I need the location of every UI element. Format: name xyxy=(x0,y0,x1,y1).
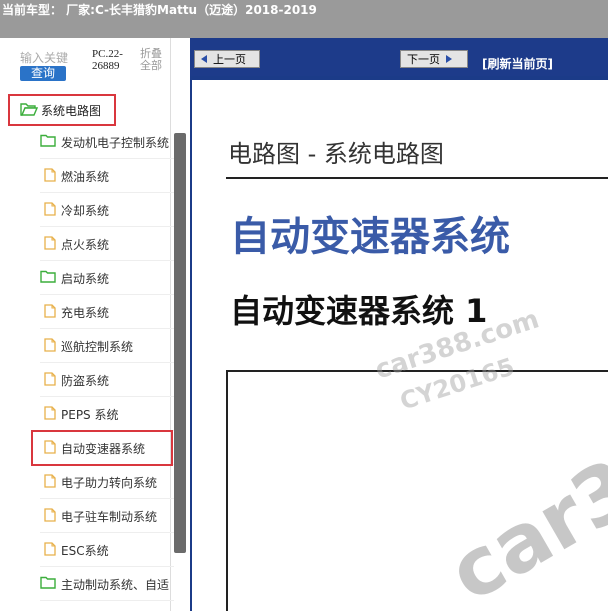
file-icon xyxy=(44,303,56,321)
left-tree-panel: 输入关键 查询 PC.22- 26889 折叠 全部 系统电路图 发动机电子控制… xyxy=(0,38,188,611)
file-icon xyxy=(44,201,56,219)
tree-root-label: 系统电路图 xyxy=(41,103,102,118)
prev-page-button[interactable]: 上一页 xyxy=(194,50,260,68)
tree-item-label: 启动系统 xyxy=(61,271,110,286)
pc-code-line1: PC.22- xyxy=(92,48,123,60)
collapse-all-button[interactable]: 折叠 全部 xyxy=(140,48,162,72)
query-button[interactable]: 查询 xyxy=(20,66,66,81)
tree-item[interactable]: ESC系统 xyxy=(40,534,174,567)
tree-item[interactable]: 点火系统 xyxy=(40,228,174,261)
document-content: 电路图 - 系统电路图 自动变速器系统 自动变速器系统 1 xyxy=(192,80,608,611)
folder-icon xyxy=(40,576,56,592)
arrow-right-icon xyxy=(446,55,452,63)
file-icon xyxy=(44,371,56,389)
tree-item-label: 主动制动系统、自适 xyxy=(61,577,170,592)
tree-item-label: 燃油系统 xyxy=(61,169,110,184)
tree-item[interactable]: PEPS 系统 xyxy=(40,398,174,431)
document-breadcrumb: 电路图 - 系统电路图 xyxy=(228,140,444,168)
tree-item-label: 电子助力转向系统 xyxy=(61,475,158,490)
selected-item-highlight xyxy=(31,430,173,466)
folder-open-icon xyxy=(20,102,39,119)
tree-item[interactable]: 防盗系统 xyxy=(40,364,174,397)
search-placeholder: 输入关键 xyxy=(20,51,69,65)
file-icon xyxy=(44,167,56,185)
top-header-bar: 当前车型： 厂家:C-长丰猎豹Mattu（迈途）2018-2019 xyxy=(0,0,608,38)
next-page-button[interactable]: 下一页 xyxy=(400,50,468,68)
file-icon xyxy=(44,507,56,525)
pc-code-line2: 26889 xyxy=(92,60,120,72)
file-icon xyxy=(44,235,56,253)
search-input[interactable]: 输入关键 xyxy=(20,52,86,65)
tree-item-label: 冷却系统 xyxy=(61,203,110,218)
file-icon xyxy=(44,405,56,423)
arrow-left-icon xyxy=(201,55,207,63)
tree-item-label: 电子驻车制动系统 xyxy=(61,509,158,524)
document-divider xyxy=(226,177,608,179)
file-icon xyxy=(44,473,56,491)
document-title: 自动变速器系统 xyxy=(230,214,510,260)
prev-page-label: 上一页 xyxy=(213,54,246,66)
left-scrollbar[interactable] xyxy=(174,133,186,553)
collapse-line2: 全部 xyxy=(140,59,162,72)
tree-item-label: 巡航控制系统 xyxy=(61,339,134,354)
folder-icon xyxy=(40,270,56,286)
vehicle-title: 当前车型： 厂家:C-长丰猎豹Mattu（迈途）2018-2019 xyxy=(2,3,317,17)
circuit-diagram-frame xyxy=(226,370,608,611)
tree-item[interactable]: 电子驻车制动系统 xyxy=(40,500,174,533)
tree-item[interactable]: 发动机电子控制系统 xyxy=(40,126,174,159)
file-icon xyxy=(44,337,56,355)
document-subtitle: 自动变速器系统 1 xyxy=(230,292,488,330)
tree-item-label: ESC系统 xyxy=(61,543,109,558)
file-icon xyxy=(44,541,56,559)
document-frame: 上一页 下一页 [刷新当前页] 电路图 - 系统电路图 自动变速器系统 自动变速… xyxy=(190,38,608,611)
tree-item-label: PEPS 系统 xyxy=(61,407,119,422)
document-toolbar: 上一页 下一页 [刷新当前页] xyxy=(190,38,608,76)
tree-item[interactable]: 冷却系统 xyxy=(40,194,174,227)
tree-item[interactable]: 启动系统 xyxy=(40,262,174,295)
tree-item-label: 发动机电子控制系统 xyxy=(61,135,170,150)
folder-icon xyxy=(40,134,56,150)
tree-item[interactable]: 主动制动系统、自适 xyxy=(40,568,174,601)
next-page-label: 下一页 xyxy=(407,54,440,66)
tree-item-label: 防盗系统 xyxy=(61,373,110,388)
tree-root-system-circuits[interactable]: 系统电路图 xyxy=(8,94,116,126)
tree-item[interactable]: 燃油系统 xyxy=(40,160,174,193)
tree-item[interactable]: 充电系统 xyxy=(40,296,174,329)
pc-code-label: PC.22- 26889 xyxy=(92,48,123,72)
tree-item-label: 点火系统 xyxy=(61,237,110,252)
tree-item-label: 充电系统 xyxy=(61,305,110,320)
tree-item[interactable]: 电子助力转向系统 xyxy=(40,466,174,499)
refresh-page-link[interactable]: [刷新当前页] xyxy=(482,55,553,72)
tree-item[interactable]: 巡航控制系统 xyxy=(40,330,174,363)
